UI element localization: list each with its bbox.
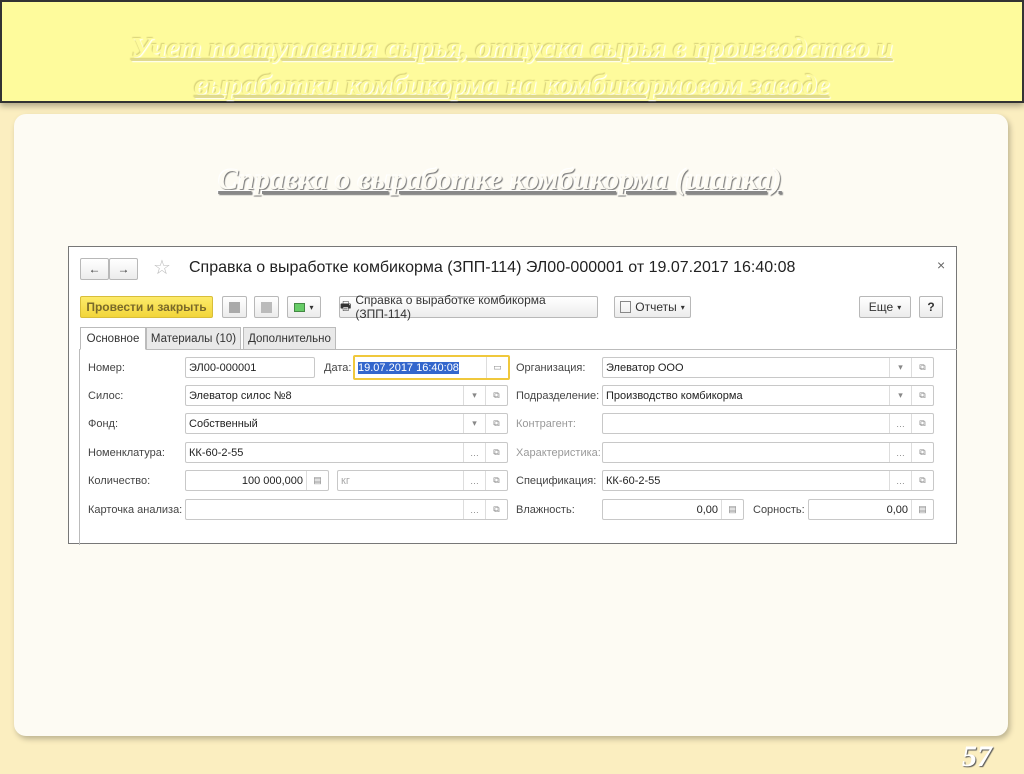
post-and-close-button[interactable]: Провести и закрыть xyxy=(80,296,213,318)
create-based-icon xyxy=(294,302,306,312)
tab-additional[interactable]: Дополнительно xyxy=(243,327,336,350)
calculator-icon[interactable]: ▤ xyxy=(911,500,933,519)
counterparty-label: Контрагент: xyxy=(516,418,576,430)
open-icon[interactable]: ⧉ xyxy=(485,471,507,490)
page-number: 57 xyxy=(962,740,992,773)
save-button[interactable] xyxy=(222,296,247,318)
department-value: Производство комбикорма xyxy=(606,389,743,402)
open-icon[interactable]: ⧉ xyxy=(485,443,507,462)
fund-value: Собственный xyxy=(189,417,258,430)
specification-field[interactable]: КК-60-2-55 … ⧉ xyxy=(602,470,934,491)
organization-value: Элеватор ООО xyxy=(606,361,684,374)
characteristic-label: Характеристика: xyxy=(516,447,601,459)
select-icon[interactable]: … xyxy=(889,414,911,433)
reports-button[interactable]: Отчеты ▾ xyxy=(614,296,691,318)
dropdown-icon[interactable]: ▾ xyxy=(889,358,911,377)
date-field[interactable]: 19.07.2017 16:40:08 ▭ xyxy=(353,355,510,380)
nomenclature-label: Номенклатура: xyxy=(88,447,165,459)
print-label: Справка о выработке комбикорма (ЗПП-114) xyxy=(355,293,546,321)
tab-main[interactable]: Основное xyxy=(80,327,146,350)
dropdown-icon: ▾ xyxy=(309,302,314,312)
humidity-field[interactable]: 0,00 ▤ xyxy=(602,499,744,520)
open-icon[interactable]: ⧉ xyxy=(485,386,507,405)
date-value: 19.07.2017 16:40:08 xyxy=(358,361,459,374)
dropdown-icon[interactable]: ▾ xyxy=(463,386,485,405)
specification-value: КК-60-2-55 xyxy=(606,474,661,487)
humidity-label: Влажность: xyxy=(516,504,575,516)
dropdown-icon: ▾ xyxy=(897,302,902,312)
slide-title: Учет поступления сырья, отпуска сырья в … xyxy=(131,32,893,101)
reports-label: Отчеты xyxy=(635,300,677,314)
nomenclature-value: КК-60-2-55 xyxy=(189,446,244,459)
open-icon[interactable]: ⧉ xyxy=(485,414,507,433)
select-icon[interactable]: … xyxy=(463,500,485,519)
silo-label: Силос: xyxy=(88,390,124,402)
post-button[interactable] xyxy=(254,296,279,318)
analysis-card-field[interactable]: … ⧉ xyxy=(185,499,508,520)
department-field[interactable]: Производство комбикорма ▾ ⧉ xyxy=(602,385,934,406)
help-button[interactable]: ? xyxy=(919,296,943,318)
forward-button[interactable]: → xyxy=(109,258,138,280)
post-icon xyxy=(261,301,272,313)
slide-subtitle: Справка о выработке комбикорма (шапка) xyxy=(218,163,782,196)
print-button[interactable]: 🖶 Справка о выработке комбикорма (ЗПП-114… xyxy=(339,293,598,321)
select-icon[interactable]: … xyxy=(889,471,911,490)
unit-value: кг xyxy=(341,474,350,487)
characteristic-field[interactable]: … ⧉ xyxy=(602,442,934,463)
open-icon[interactable]: ⧉ xyxy=(911,414,933,433)
dropdown-icon: ▾ xyxy=(680,302,685,312)
close-icon[interactable]: × xyxy=(937,257,945,273)
department-label: Подразделение: xyxy=(516,390,600,402)
star-icon[interactable]: ☆ xyxy=(153,255,171,280)
tab-materials[interactable]: Материалы (10) xyxy=(146,327,241,350)
open-icon[interactable]: ⧉ xyxy=(911,471,933,490)
unit-field[interactable]: кг … ⧉ xyxy=(337,470,508,491)
select-icon[interactable]: … xyxy=(463,443,485,462)
reports-icon xyxy=(620,301,632,313)
select-icon[interactable]: … xyxy=(463,471,485,490)
create-based-on-button[interactable]: ▾ xyxy=(287,296,321,318)
fund-label: Фонд: xyxy=(88,418,119,430)
organization-label: Организация: xyxy=(516,362,586,374)
save-icon xyxy=(229,301,240,313)
silo-value: Элеватор силос №8 xyxy=(189,389,292,402)
calculator-icon[interactable]: ▤ xyxy=(721,500,743,519)
calendar-icon[interactable]: ▭ xyxy=(486,357,508,378)
document-window: ← → ☆ Справка о выработке комбикорма (ЗП… xyxy=(68,246,957,545)
analysis-card-label: Карточка анализа: xyxy=(88,504,183,516)
specification-label: Спецификация: xyxy=(516,475,597,487)
back-button[interactable]: ← xyxy=(80,258,109,280)
open-icon[interactable]: ⧉ xyxy=(911,386,933,405)
organization-field[interactable]: Элеватор ООО ▾ ⧉ xyxy=(602,357,934,378)
open-icon[interactable]: ⧉ xyxy=(485,500,507,519)
number-value: ЭЛ00-000001 xyxy=(189,361,257,374)
impurity-field[interactable]: 0,00 ▤ xyxy=(808,499,934,520)
open-icon[interactable]: ⧉ xyxy=(911,358,933,377)
nomenclature-field[interactable]: КК-60-2-55 … ⧉ xyxy=(185,442,508,463)
silo-field[interactable]: Элеватор силос №8 ▾ ⧉ xyxy=(185,385,508,406)
slide-header: Учет поступления сырья, отпуска сырья в … xyxy=(0,0,1024,103)
quantity-field[interactable]: 100 000,000 ▤ xyxy=(185,470,329,491)
fund-field[interactable]: Собственный ▾ ⧉ xyxy=(185,413,508,434)
printer-icon: 🖶 xyxy=(340,298,352,313)
quantity-label: Количество: xyxy=(88,475,151,487)
impurity-label: Сорность: xyxy=(753,504,805,516)
quantity-value: 100 000,000 xyxy=(241,474,303,487)
dropdown-icon[interactable]: ▾ xyxy=(463,414,485,433)
window-title: Справка о выработке комбикорма (ЗПП-114)… xyxy=(189,259,796,276)
calculator-icon[interactable]: ▤ xyxy=(306,471,328,490)
open-icon[interactable]: ⧉ xyxy=(911,443,933,462)
select-icon[interactable]: … xyxy=(889,443,911,462)
dropdown-icon[interactable]: ▾ xyxy=(889,386,911,405)
impurity-value: 0,00 xyxy=(886,503,908,516)
more-label: Еще xyxy=(868,300,894,314)
humidity-value: 0,00 xyxy=(696,503,718,516)
date-label: Дата: xyxy=(324,362,352,374)
counterparty-field[interactable]: … ⧉ xyxy=(602,413,934,434)
number-field[interactable]: ЭЛ00-000001 xyxy=(185,357,315,378)
number-label: Номер: xyxy=(88,362,125,374)
more-button[interactable]: Еще ▾ xyxy=(859,296,911,318)
